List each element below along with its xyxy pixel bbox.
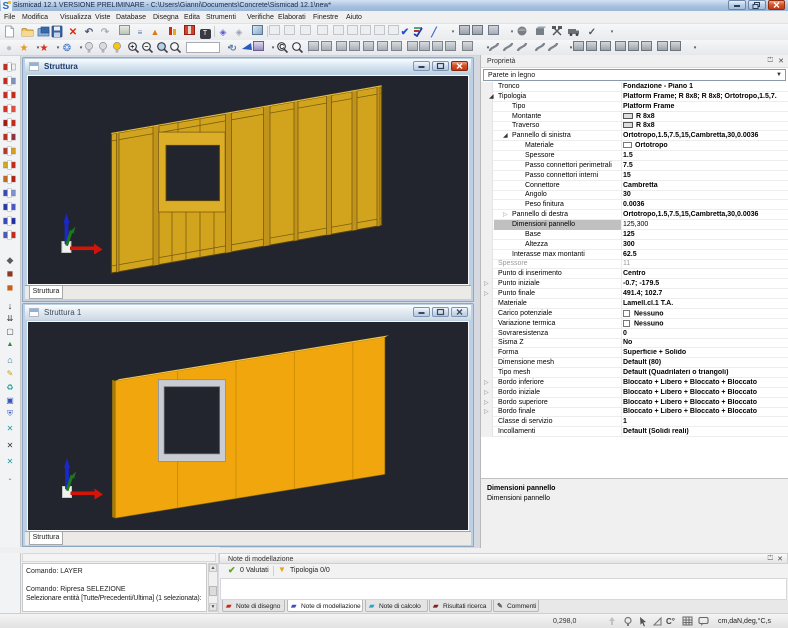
svg-text:C: C	[279, 44, 284, 51]
svg-text:+: +	[130, 44, 134, 51]
svg-text:−: −	[144, 44, 148, 51]
